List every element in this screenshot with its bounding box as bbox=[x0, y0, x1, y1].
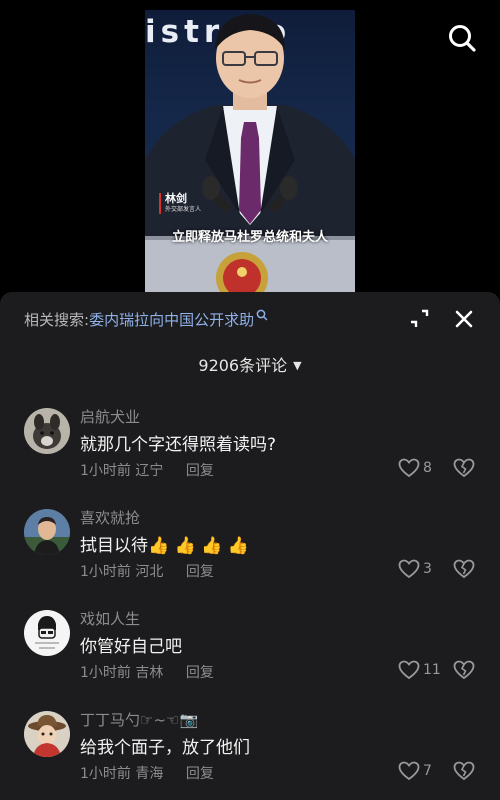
comment-meta: 1小时前 辽宁 回复 bbox=[80, 460, 214, 480]
speaker-title: 外交部发言人 bbox=[165, 206, 202, 213]
heart-icon bbox=[398, 660, 420, 680]
heart-icon bbox=[398, 559, 420, 579]
dog-avatar-icon bbox=[24, 408, 70, 454]
heart-icon bbox=[398, 761, 420, 781]
like-count: 8 bbox=[423, 460, 432, 476]
speaker-caption: 林剑 外交部发言人 bbox=[159, 193, 201, 214]
comment-location: 青海 bbox=[135, 766, 164, 782]
comment-item: 丁丁马勺☞~☜📷 给我个面子，放了他们 1小时前 青海 回复 7 bbox=[0, 711, 500, 800]
avatar[interactable] bbox=[24, 610, 70, 656]
comment-meta: 1小时前 河北 回复 bbox=[80, 561, 214, 581]
related-search[interactable]: 相关搜索:委内瑞拉向中国公开求助 bbox=[24, 309, 268, 330]
speaker-figure bbox=[145, 14, 355, 292]
hat-avatar-icon bbox=[24, 711, 70, 757]
avatar[interactable] bbox=[24, 509, 70, 555]
comment-username[interactable]: 启航犬业 bbox=[80, 406, 140, 427]
comment-meta: 1小时前 吉林 回复 bbox=[80, 662, 214, 682]
reply-button[interactable]: 回复 bbox=[186, 463, 214, 479]
comment-location: 吉林 bbox=[135, 665, 164, 681]
comment-location: 河北 bbox=[135, 564, 164, 580]
like-button[interactable]: 7 bbox=[398, 759, 432, 783]
broken-heart-icon[interactable] bbox=[452, 456, 476, 480]
comment-time: 1小时前 bbox=[80, 766, 131, 782]
video-player[interactable]: istr Fo 林剑 外交部发言人 立即释放马杜罗总统和夫人 bbox=[0, 0, 500, 292]
heart-icon bbox=[398, 458, 420, 478]
collapse-corners-icon[interactable] bbox=[408, 308, 430, 330]
comment-text: 给我个面子，放了他们 bbox=[80, 738, 250, 758]
comments-sheet: 相关搜索:委内瑞拉向中国公开求助 9206条评论 ▼ 启航犬业 就那几个字还得照着… bbox=[0, 292, 500, 800]
related-search-query[interactable]: 委内瑞拉向中国公开求助 bbox=[89, 311, 254, 329]
comment-count-sort[interactable]: 9206条评论 ▼ bbox=[0, 352, 500, 376]
reply-button[interactable]: 回复 bbox=[186, 766, 214, 782]
like-count: 3 bbox=[423, 561, 432, 577]
avatar[interactable] bbox=[24, 408, 70, 454]
comment-time: 1小时前 bbox=[80, 564, 131, 580]
comment-username[interactable]: 戏如人生 bbox=[80, 608, 140, 629]
close-icon[interactable] bbox=[453, 308, 475, 330]
speaker-name: 林剑 bbox=[165, 192, 187, 205]
comment-username[interactable]: 丁丁马勺☞~☜📷 bbox=[80, 709, 198, 730]
broken-heart-icon[interactable] bbox=[452, 658, 476, 682]
like-button[interactable]: 11 bbox=[398, 658, 441, 682]
comment-time: 1小时前 bbox=[80, 665, 131, 681]
like-button[interactable]: 8 bbox=[398, 456, 432, 480]
like-count: 11 bbox=[423, 662, 441, 678]
man-avatar-icon bbox=[24, 509, 70, 555]
comment-text: 拭目以待👍 👍 👍 👍 bbox=[80, 536, 249, 556]
comment-item: 戏如人生 你管好自己吧 1小时前 吉林 回复 11 bbox=[0, 610, 500, 710]
caret-down-icon: ▼ bbox=[293, 359, 302, 372]
comment-count: 9206条评论 bbox=[198, 356, 288, 375]
search-icon bbox=[256, 309, 268, 321]
like-count: 7 bbox=[423, 763, 432, 779]
comment-meta: 1小时前 青海 回复 bbox=[80, 763, 214, 783]
broken-heart-icon[interactable] bbox=[452, 557, 476, 581]
video-frame: istr Fo 林剑 外交部发言人 立即释放马杜罗总统和夫人 bbox=[145, 10, 355, 292]
comment-item: 喜欢就抢 拭目以待👍 👍 👍 👍 1小时前 河北 回复 3 bbox=[0, 509, 500, 609]
comment-text: 就那几个字还得照着读吗? bbox=[80, 435, 277, 455]
comment-item: 启航犬业 就那几个字还得照着读吗? 1小时前 辽宁 回复 8 bbox=[0, 408, 500, 508]
related-search-label: 相关搜索: bbox=[24, 311, 90, 329]
cartoon-avatar-icon bbox=[24, 610, 70, 656]
search-icon[interactable] bbox=[446, 22, 478, 54]
avatar[interactable] bbox=[24, 711, 70, 757]
reply-button[interactable]: 回复 bbox=[186, 564, 214, 580]
video-subtitle: 立即释放马杜罗总统和夫人 bbox=[171, 230, 328, 245]
like-button[interactable]: 3 bbox=[398, 557, 432, 581]
reply-button[interactable]: 回复 bbox=[186, 665, 214, 681]
comment-text: 你管好自己吧 bbox=[80, 637, 182, 657]
comment-time: 1小时前 bbox=[80, 463, 131, 479]
broken-heart-icon[interactable] bbox=[452, 759, 476, 783]
comment-username[interactable]: 喜欢就抢 bbox=[80, 507, 140, 528]
comment-location: 辽宁 bbox=[135, 463, 164, 479]
